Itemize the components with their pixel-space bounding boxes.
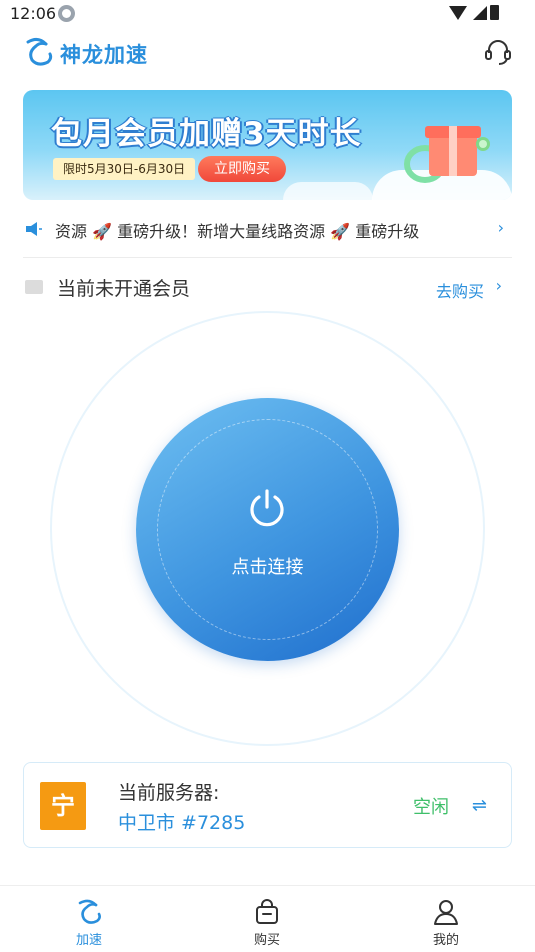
shopping-bag-icon	[256, 899, 278, 924]
app-title: 神龙加速	[60, 43, 148, 67]
banner-date-range: 限时5月30日-6月30日	[53, 158, 196, 180]
gift-box-icon	[404, 126, 490, 183]
bottom-nav: 加速 购买 我的	[0, 885, 535, 952]
accelerate-icon	[78, 899, 101, 924]
membership-row: 当前未开通会员 去购买 ›	[23, 270, 512, 304]
server-name: 中卫市 #7285	[118, 812, 246, 834]
server-status: 空闲	[413, 797, 449, 818]
server-card[interactable]: 宁 当前服务器: 中卫市 #7285 空闲 ⇌	[23, 762, 512, 848]
app-notification-icon	[58, 5, 75, 22]
battery-icon	[490, 5, 499, 20]
ticker-fade	[450, 212, 490, 246]
promo-banner[interactable]: 包月会员加赠3天时长 限时5月30日-6月30日 立即购买	[23, 90, 512, 200]
region-badge: 宁	[40, 782, 86, 830]
nav-item-accelerate[interactable]: 加速	[39, 886, 139, 952]
header: 神龙加速	[0, 28, 535, 80]
chevron-right-icon[interactable]: ›	[498, 218, 504, 237]
switch-icon[interactable]: ⇌	[472, 795, 487, 816]
connect-label: 点击连接	[231, 557, 304, 578]
announcement-ticker[interactable]: 资源 🚀 重磅升级！新增大量线路资源 🚀 重磅升级 ›	[23, 212, 512, 246]
connect-inner-ring	[157, 419, 378, 640]
speaker-icon	[26, 222, 42, 236]
ticker-text: 资源 🚀 重磅升级！新增大量线路资源 🚀 重磅升级	[55, 222, 420, 241]
membership-icon	[25, 280, 43, 294]
connect-button[interactable]: 点击连接	[136, 398, 399, 661]
logo-icon	[26, 37, 53, 66]
nav-label: 我的	[432, 933, 459, 948]
nav-label: 购买	[253, 933, 280, 948]
headset-icon[interactable]	[483, 37, 513, 67]
buy-link[interactable]: 去购买	[436, 278, 484, 302]
banner-buy-button[interactable]: 立即购买	[198, 156, 286, 182]
user-icon	[434, 900, 458, 925]
nav-item-buy[interactable]: 购买	[217, 886, 317, 952]
banner-headline: 包月会员加赠3天时长	[51, 116, 362, 152]
signal-icon	[473, 6, 487, 20]
status-time: 12:06	[10, 4, 57, 23]
chevron-right-icon[interactable]: ›	[496, 276, 502, 295]
server-label: 当前服务器:	[118, 782, 220, 804]
power-icon	[250, 489, 284, 527]
divider	[23, 257, 512, 258]
membership-status: 当前未开通会员	[57, 278, 191, 300]
nav-item-profile[interactable]: 我的	[396, 886, 496, 952]
wifi-icon	[449, 6, 467, 20]
nav-label: 加速	[75, 933, 102, 948]
status-bar: 12:06	[0, 0, 535, 28]
cloud-decoration	[283, 182, 373, 200]
